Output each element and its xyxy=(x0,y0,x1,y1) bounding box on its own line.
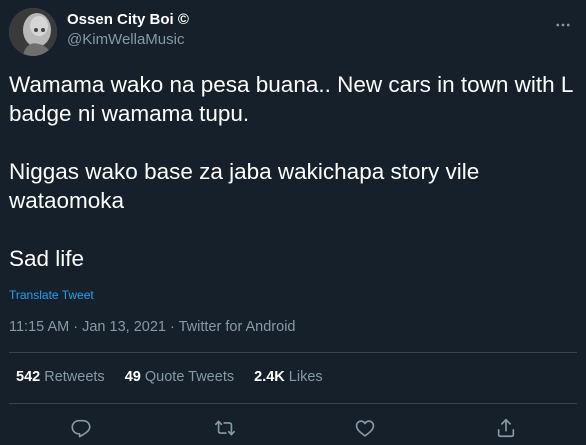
retweets-stat[interactable]: 542 Retweets xyxy=(16,369,105,385)
retweet-button[interactable] xyxy=(213,416,237,440)
likes-stat[interactable]: 2.4K Likes xyxy=(254,369,323,385)
likes-label: Likes xyxy=(288,369,323,385)
display-name[interactable]: Ossen City Boi © xyxy=(67,11,189,29)
tweet-date[interactable]: Jan 13, 2021 xyxy=(82,319,166,335)
tweet-meta: 11:15 AM · Jan 13, 2021 · Twitter for An… xyxy=(9,319,295,335)
retweets-count: 542 xyxy=(16,369,41,385)
user-handle[interactable]: @KimWellaMusic xyxy=(67,30,189,50)
avatar[interactable] xyxy=(9,8,57,56)
like-icon xyxy=(355,420,375,437)
quote-tweets-stat[interactable]: 49 Quote Tweets xyxy=(125,369,234,385)
share-icon xyxy=(497,418,515,438)
tweet-text: Wamama wako na pesa buana.. New cars in … xyxy=(9,70,574,302)
tweet-paragraph: Niggas wako base za jaba wakichapa story… xyxy=(9,159,486,213)
translate-tweet-link[interactable]: Translate Tweet xyxy=(9,288,94,302)
tweet-paragraph: Wamama wako na pesa buana.. New cars in … xyxy=(9,72,579,126)
divider xyxy=(9,403,577,404)
retweets-label: Retweets xyxy=(44,369,105,385)
tweet-source[interactable]: Twitter for Android xyxy=(179,319,296,335)
like-button[interactable] xyxy=(353,416,377,440)
tweet-stats: 542 Retweets 49 Quote Tweets 2.4K Likes xyxy=(16,369,339,385)
tweet-time[interactable]: 11:15 AM xyxy=(9,319,69,335)
reply-button[interactable] xyxy=(69,416,93,440)
more-icon[interactable] xyxy=(552,14,574,36)
action-bar xyxy=(0,408,586,444)
likes-count: 2.4K xyxy=(254,369,285,385)
quotes-label: Quote Tweets xyxy=(144,369,235,385)
reply-icon xyxy=(71,419,91,438)
meta-separator: · xyxy=(170,319,175,335)
tweet-paragraph: Sad life xyxy=(9,246,85,271)
author-names: Ossen City Boi © @KimWellaMusic xyxy=(67,11,189,50)
divider xyxy=(9,352,577,353)
quotes-count: 49 xyxy=(124,369,141,385)
meta-separator: · xyxy=(73,319,79,335)
more-icon-glyph xyxy=(556,23,570,27)
tweet-card: Ossen City Boi © @KimWellaMusic Wamama w… xyxy=(0,0,586,445)
share-button[interactable] xyxy=(494,416,518,440)
avatar-image xyxy=(9,8,57,56)
retweet-icon xyxy=(215,420,235,436)
